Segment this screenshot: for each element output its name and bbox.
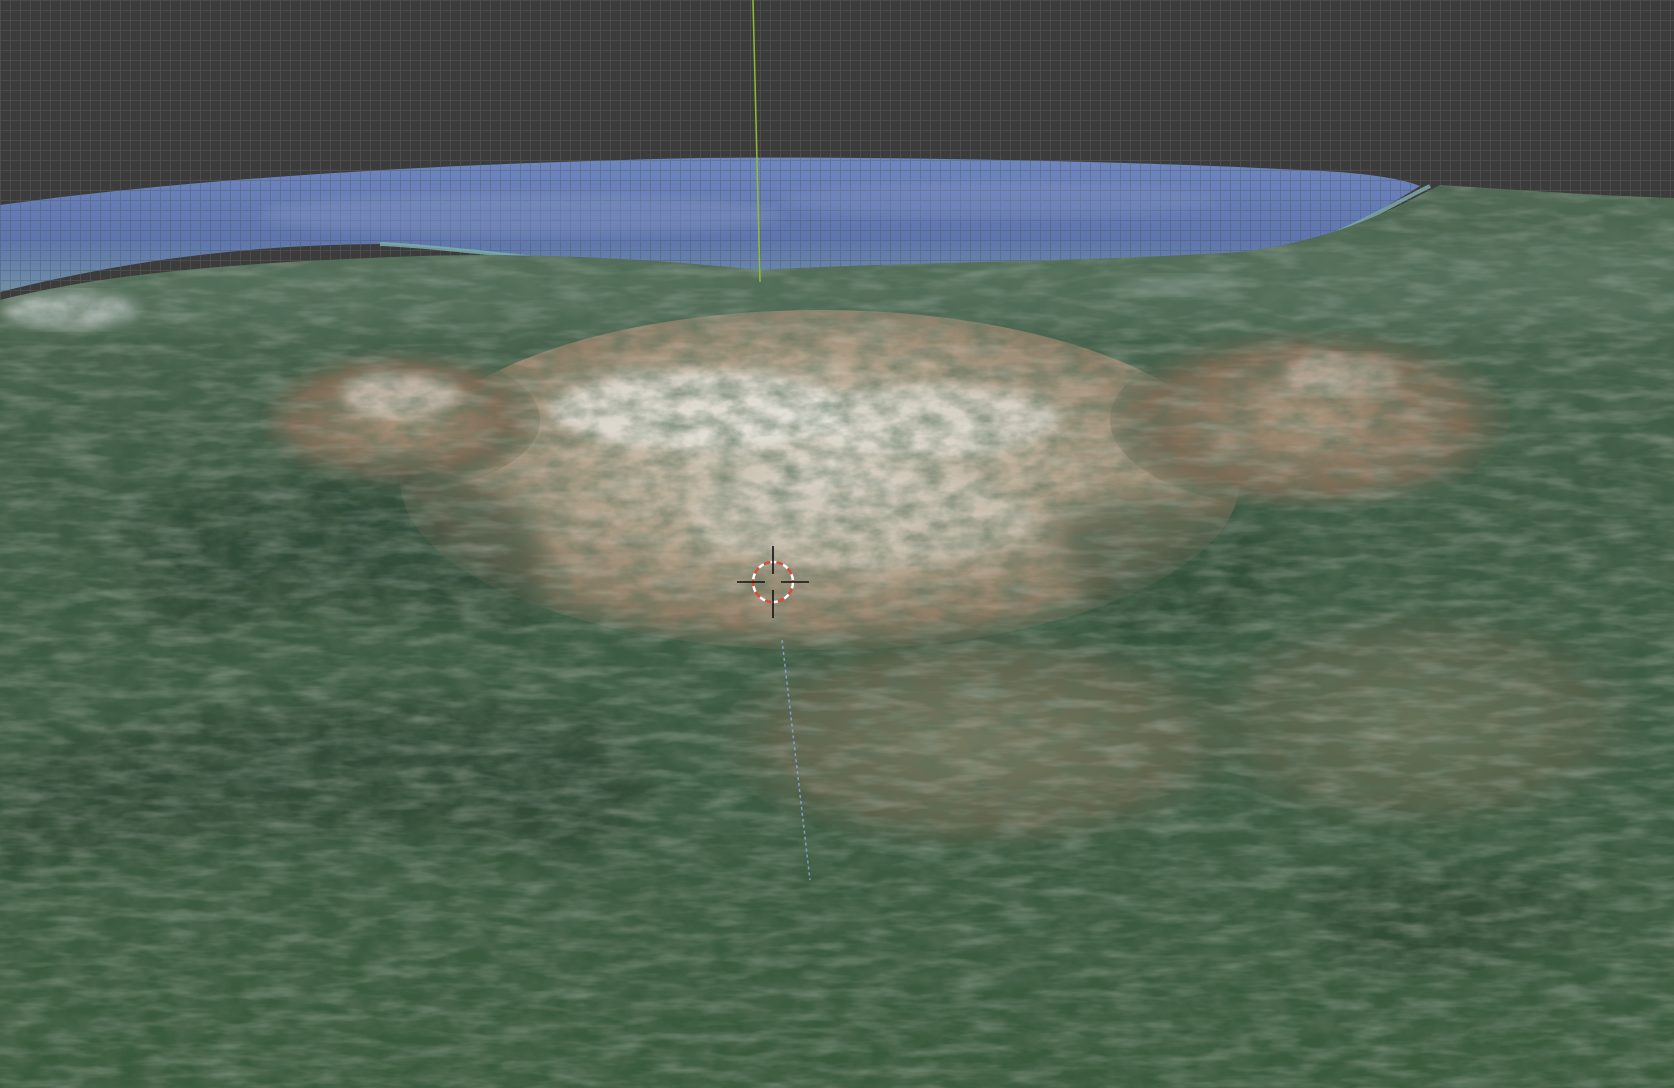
sea-haze-2 [780, 182, 1220, 218]
3d-viewport[interactable] [0, 0, 1674, 1088]
terrain-mesh[interactable] [0, 150, 1674, 1088]
sea-haze [260, 193, 780, 237]
viewport-canvas[interactable] [0, 0, 1674, 1088]
